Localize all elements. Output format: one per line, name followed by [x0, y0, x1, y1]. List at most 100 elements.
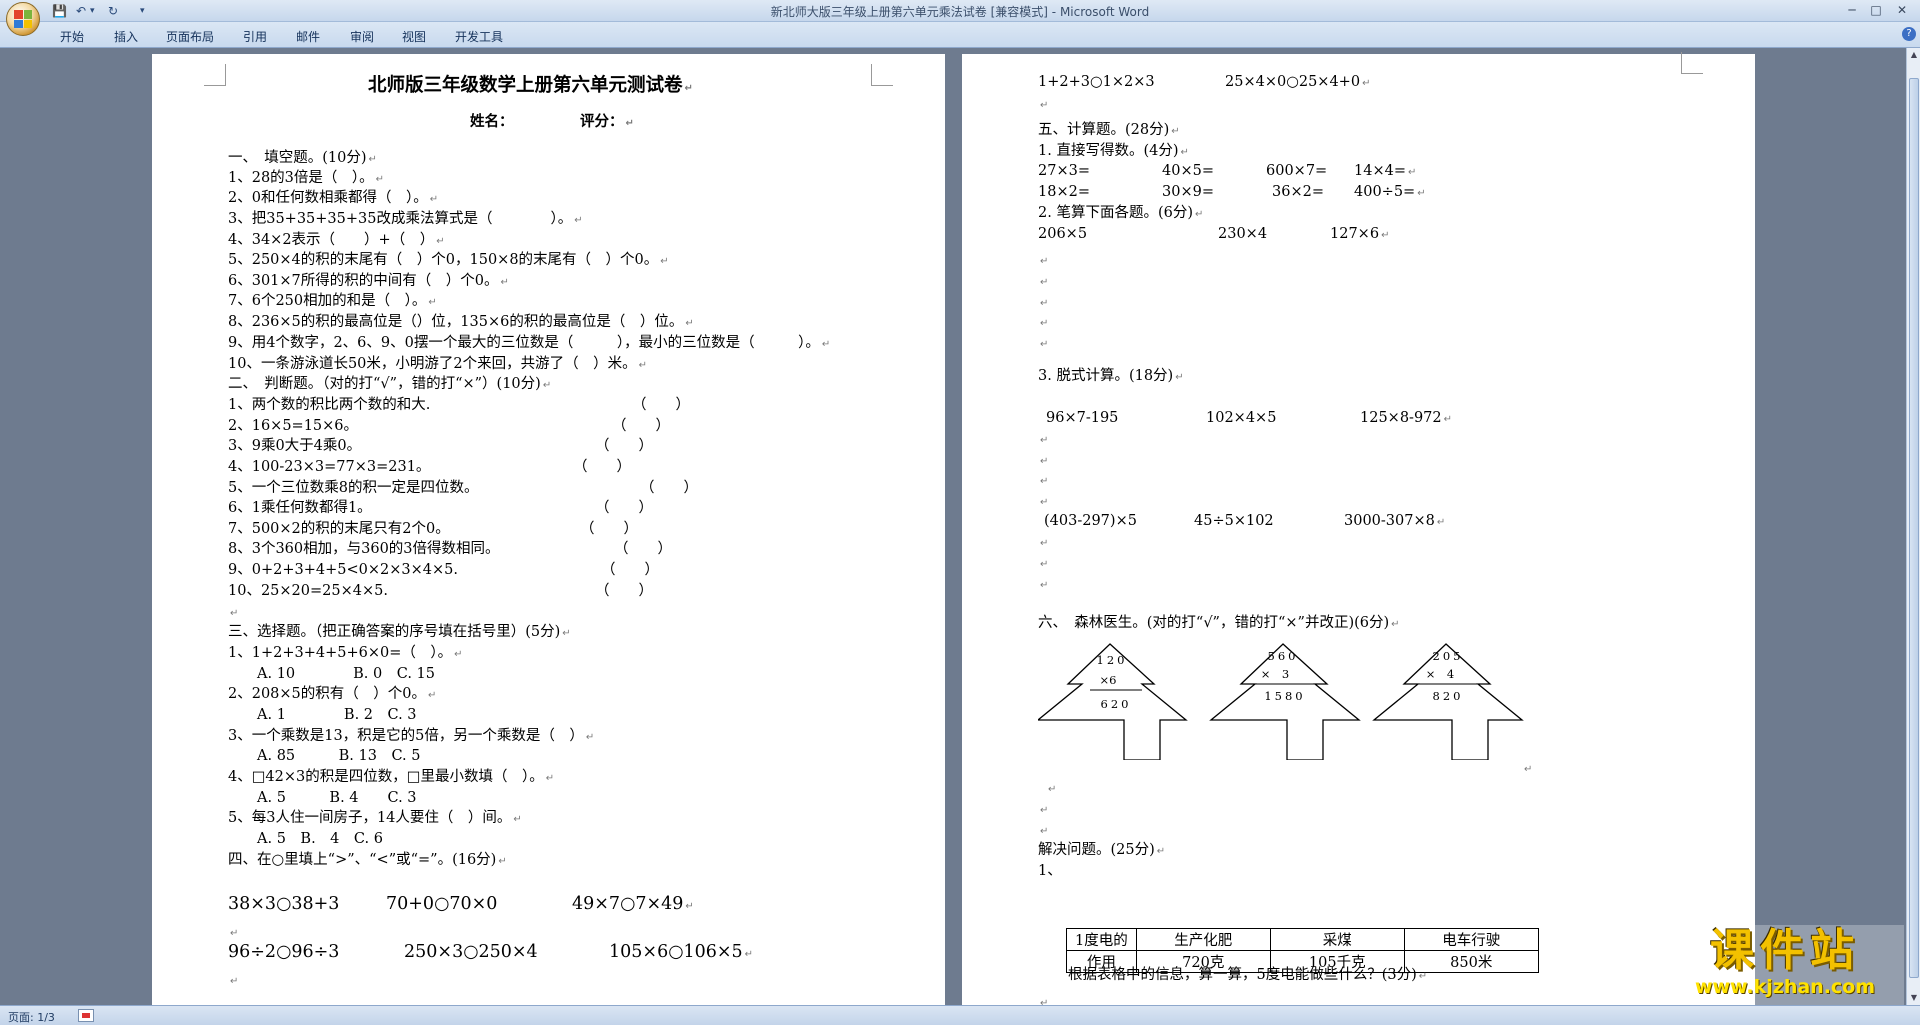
tab-references[interactable]: 引用: [243, 28, 267, 45]
section-4-heading: 四、在○里填上“>”、“<”或“=”。(16分) ↵: [228, 852, 507, 868]
page-counter[interactable]: 页面: 1/3: [8, 1009, 55, 1025]
tab-insert[interactable]: 插入: [114, 28, 138, 45]
window-title: 新北师大版三年级上册第六单元乘法试卷 [兼容模式] - Microsoft Wo…: [0, 3, 1920, 20]
minimize-button[interactable]: ─: [1842, 2, 1862, 18]
status-bar: 页面: 1/3: [0, 1005, 1920, 1025]
tab-review[interactable]: 审阅: [350, 28, 374, 45]
tree-multiplier: × 3: [1261, 667, 1289, 681]
blank-line: ↵: [1040, 580, 1049, 591]
tree-top-value: 560: [1268, 649, 1299, 663]
tree-result: 1580: [1264, 689, 1305, 703]
app-name: Microsoft Word: [1059, 5, 1150, 19]
blank-line: ↵: [1040, 256, 1049, 267]
tab-home[interactable]: 开始: [60, 28, 84, 45]
answer-paren: （ ）: [595, 583, 653, 599]
subsection-heading: 2. 笔算下面各题。(6分) ↵: [1038, 205, 1204, 221]
document-workspace[interactable]: 北师版三年级数学上册第六单元测试卷 ↵ 姓名： 评分： ↵ 一、 填空题。(10分)…: [0, 48, 1906, 1005]
tab-page-layout[interactable]: 页面布局: [166, 28, 214, 45]
macro-record-icon[interactable]: [78, 1009, 94, 1022]
tree-top-value: 205: [1433, 649, 1464, 663]
calc-item: 400÷5= ↵: [1354, 184, 1426, 200]
answer-paren: （ ）: [614, 541, 672, 557]
problem-question: 根据表格中的信息，算一算，5度电能做些什么？(3分) ↵: [1068, 967, 1428, 983]
office-button[interactable]: [6, 2, 40, 36]
compare-item: 1+2+3○1×2×3: [1038, 74, 1155, 90]
section-3-heading: 三、选择题。（把正确答案的序号填在括号里）(5分) ↵: [228, 624, 571, 640]
help-icon[interactable]: ?: [1902, 27, 1916, 41]
document-page-2[interactable]: 1+2+3○1×2×3 25×4×0○25×4+0 ↵ ↵ 五、计算题。(28分)…: [962, 52, 1755, 1005]
blank-line: ↵: [1048, 784, 1057, 795]
ribbon-tab-bar: 开始 插入 页面布局 引用 邮件 审阅 视图 开发工具: [0, 22, 1920, 48]
problem-number: 1、: [1038, 863, 1062, 879]
blank-line: ↵: [1040, 456, 1049, 467]
blank-line: ↵: [1040, 998, 1049, 1005]
tree-2: 560 × 3 1580: [1209, 643, 1361, 760]
subsection-heading: 3. 脱式计算。(18分) ↵: [1038, 368, 1184, 384]
tab-view[interactable]: 视图: [402, 28, 426, 45]
list-item: 10、25×20=25×4×5.: [228, 583, 388, 599]
list-item: A. 5 B. 4 C. 3: [228, 790, 417, 806]
list-item: 3、把35+35+35+35改成乘法算式是（ ）。 ↵: [228, 211, 583, 227]
tree-1: 120 ×6 620: [1038, 643, 1188, 760]
scroll-thumb[interactable]: [1909, 78, 1919, 978]
section-7-heading: 解决问题。(25分) ↵: [1038, 842, 1166, 858]
answer-paren: （ ）: [601, 562, 659, 578]
list-item: 8、3个360相加，与360的3倍得数相同。: [228, 541, 500, 557]
site-watermark: 课件站 www.kjzhan.com: [1666, 925, 1904, 1005]
answer-paren: （ ）: [595, 438, 653, 454]
calc-item: 45÷5×102: [1194, 513, 1274, 529]
list-item: A. 1 B. 2 C. 3: [228, 707, 417, 723]
tree-3: 205 × 4 820: [1372, 643, 1524, 760]
blank-line: ↵: [1524, 764, 1533, 775]
blank-line: ↵: [230, 928, 239, 939]
list-item: 5、250×4的积的末尾有（ ）个0，150×8的末尾有（ ）个0。 ↵: [228, 252, 669, 268]
table-cell: 电车行驶: [1403, 928, 1539, 951]
answer-paren: （ ）: [573, 459, 631, 475]
scroll-up-icon[interactable]: ▲: [1907, 48, 1920, 62]
blank-line: ↵: [1040, 497, 1049, 508]
list-item: 1、28的3倍是（ ）。 ↵: [228, 170, 385, 186]
tab-mailings[interactable]: 邮件: [296, 28, 320, 45]
list-item: 5、每3人住一间房子，14人要住（ ）间。 ↵: [228, 810, 522, 826]
tree-diagrams: 120 ×6 620 560 × 3 1580 205 × 4 820: [1038, 643, 1524, 760]
page-title: 北师版三年级数学上册第六单元测试卷 ↵: [368, 75, 693, 96]
scroll-down-icon[interactable]: ▼: [1907, 991, 1920, 1005]
list-item: A. 85 B. 13 C. 5: [228, 748, 421, 764]
tab-developer[interactable]: 开发工具: [455, 28, 503, 45]
list-item: 3、一个乘数是13，积是它的5倍，另一个乘数是（ ） ↵: [228, 728, 595, 744]
list-item: 4、□42×3的积是四位数，□里最小数填（ ）。 ↵: [228, 769, 555, 785]
list-item: 7、500×2的积的末尾只有2个0。: [228, 521, 450, 537]
list-item: 3、9乘0大于4乘0。: [228, 438, 362, 454]
section-5-heading: 五、计算题。(28分) ↵: [1038, 122, 1180, 138]
blank-line: ↵: [1040, 277, 1049, 288]
calc-item: 18×2=: [1038, 184, 1090, 200]
calc-item: 230×4: [1218, 226, 1268, 242]
list-item: 5、一个三位数乘8的积一定是四位数。: [228, 480, 479, 496]
list-item: 4、34×2表示（ ）+（ ） ↵: [228, 232, 445, 248]
close-button[interactable]: ✕: [1892, 2, 1912, 18]
calc-item: 27×3=: [1038, 163, 1090, 179]
calc-item: 30×9=: [1162, 184, 1214, 200]
office-logo-icon: [14, 10, 32, 28]
answer-paren: （ ）: [632, 397, 690, 413]
list-item: 2、0和任何数相乘都得（ ）。 ↵: [228, 190, 439, 206]
blank-line: ↵: [1040, 826, 1049, 837]
compare-item: 25×4×0○25×4+0 ↵: [1225, 74, 1371, 90]
list-item: 1、1+2+3+4+5+6×0=（ ）。 ↵: [228, 645, 463, 661]
subsection-heading: 1. 直接写得数。(4分) ↵: [1038, 143, 1189, 159]
maximize-button[interactable]: □: [1866, 2, 1886, 18]
margin-corner-mark: [871, 64, 893, 86]
section-2-heading: 二、 判断题。（对的打“√”，错的打“×”）(10分) ↵: [228, 376, 552, 392]
blank-line: ↵: [1040, 559, 1049, 570]
section-1-heading: 一、 填空题。(10分) ↵: [228, 150, 377, 166]
list-item: 1、两个数的积比两个数的和大.: [228, 397, 431, 413]
compare-item: 70+0○70×0: [386, 894, 498, 914]
vertical-scrollbar[interactable]: ▲ ▼: [1906, 48, 1920, 1005]
document-page-1[interactable]: 北师版三年级数学上册第六单元测试卷 ↵ 姓名： 评分： ↵ 一、 填空题。(10分)…: [152, 54, 945, 1005]
list-item: A. 5 B. 4 C. 6: [228, 831, 383, 847]
list-item: 9、用4个数字，2、6、9、0摆一个最大的三位数是（ ），最小的三位数是（ ）。…: [228, 335, 831, 351]
calc-item: 206×5: [1038, 226, 1088, 242]
blank-line: ↵: [1040, 318, 1049, 329]
compare-item: 105×6○106×5 ↵: [609, 942, 754, 962]
calc-item: 127×6 ↵: [1330, 226, 1390, 242]
